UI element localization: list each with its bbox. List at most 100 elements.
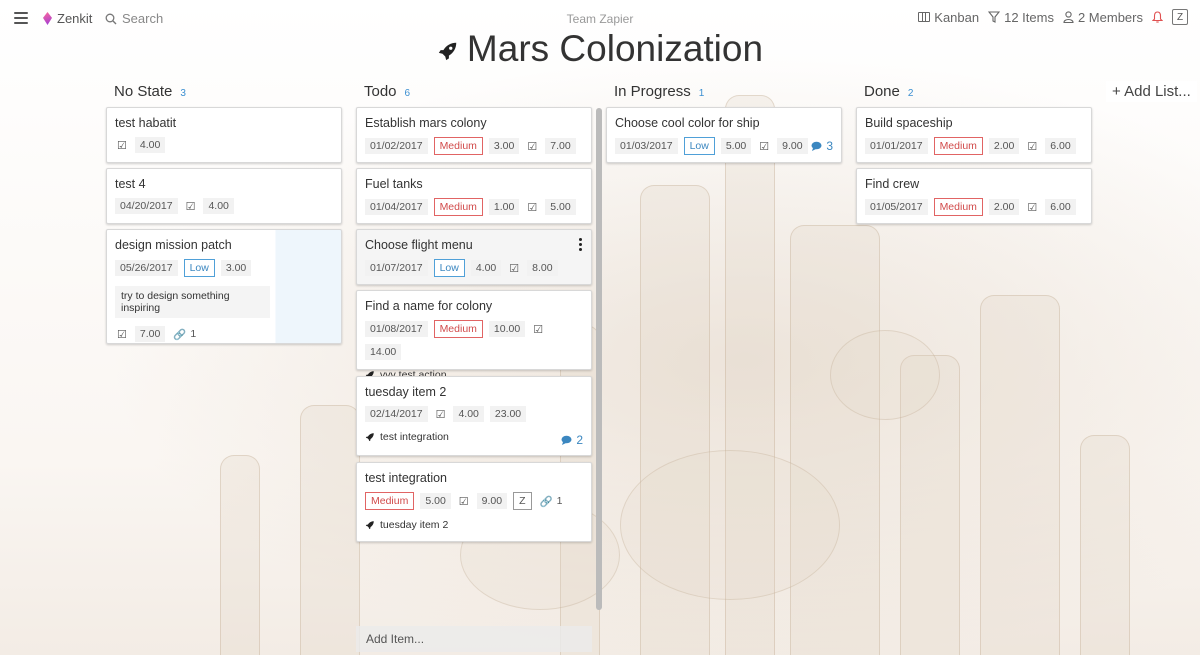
column-name: Done (864, 83, 900, 100)
card-fuel-tanks[interactable]: Fuel tanks 01/04/2017 Medium 1.00 ☑ 5.00 (356, 168, 592, 224)
card-value: 3.00 (220, 260, 252, 276)
column-header-done[interactable]: Done 2 (864, 83, 913, 100)
priority-badge: Low (433, 259, 465, 277)
assignee-avatar: Z (513, 492, 532, 510)
card-total: 23.00 (489, 406, 527, 422)
todo-scrollbar[interactable] (596, 108, 602, 610)
search-placeholder: Search (122, 11, 164, 26)
priority-badge: Medium (365, 492, 415, 510)
card-find-a-name-for-colony[interactable]: Find a name for colony 01/08/2017 Medium… (356, 290, 592, 381)
priority-badge: Low (183, 259, 215, 277)
column-count: 6 (404, 88, 411, 99)
checkbox-icon: ☑ (458, 495, 469, 508)
card-value: 5.00 (420, 493, 451, 509)
card-title: Find crew (865, 177, 920, 191)
card-note: try to design something inspiring (115, 286, 270, 318)
column-header-no-state[interactable]: No State 3 (114, 83, 186, 100)
card-action: test integration (365, 431, 583, 443)
kanban-icon (918, 12, 931, 22)
card-date: 01/05/2017 (865, 199, 928, 215)
card-value: 10.00 (488, 321, 526, 337)
comments-indicator[interactable]: 2 (561, 433, 583, 447)
card-test-integration[interactable]: test integration Medium 5.00 ☑ 9.00 Z 🔗 … (356, 462, 592, 542)
card-title: design mission patch (115, 238, 232, 252)
card-title: Choose cool color for ship (615, 116, 760, 130)
card-title: Choose flight menu (365, 238, 473, 252)
kanban-label: Kanban (934, 9, 980, 25)
comments-indicator[interactable]: 3 (811, 139, 833, 153)
card-date: 01/03/2017 (615, 138, 678, 154)
checked-value: 14.00 (365, 344, 402, 360)
members-button[interactable]: 2 Members (1063, 10, 1143, 25)
column-count: 1 (698, 88, 705, 99)
checkbox-icon: ☑ (533, 323, 544, 336)
card-test-4[interactable]: test 4 04/20/2017 ☑ 4.00 (106, 168, 342, 224)
priority-badge: Medium (433, 137, 483, 155)
card-establish-mars-colony[interactable]: Establish mars colony 01/02/2017 Medium … (356, 107, 592, 163)
column-header-in-progress[interactable]: In Progress 1 (614, 83, 704, 100)
column-name: No State (114, 83, 173, 100)
checkbox-icon: ☑ (117, 139, 127, 152)
checkbox-icon: ☑ (527, 140, 538, 153)
card-title: tuesday item 2 (365, 385, 447, 399)
card-title: test habatit (115, 116, 177, 130)
user-icon (1063, 11, 1074, 23)
card-find-crew[interactable]: Find crew 01/05/2017 Medium 2.00 ☑ 6.00 (856, 168, 1092, 224)
attachment-icon: 🔗 (539, 495, 553, 508)
toolbar: Kanban 12 Items 2 Members Z (918, 9, 1188, 25)
card-title: test 4 (115, 177, 146, 191)
card-title: Build spaceship (865, 116, 953, 130)
card-tuesday-item-2[interactable]: tuesday item 2 02/14/2017 ☑ 4.00 23.00 t… (356, 376, 592, 456)
card-test-habatit[interactable]: test habatit ☑ 4.00 (106, 107, 342, 163)
attachment-count: 1 (556, 495, 563, 507)
card-title: Establish mars colony (365, 116, 487, 130)
rocket-icon (438, 42, 457, 60)
card-choose-flight-menu[interactable]: Choose flight menu 01/07/2017 Low 4.00 ☑… (356, 229, 592, 285)
items-filter-button[interactable]: 12 Items (988, 10, 1054, 25)
card-design-mission-patch[interactable]: design mission patch 05/26/2017 Low 3.00… (106, 229, 342, 344)
column-header-todo[interactable]: Todo 6 (364, 83, 410, 100)
checkbox-icon: ☑ (759, 140, 770, 153)
rocket-icon (365, 433, 374, 442)
column-count: 2 (907, 88, 914, 99)
comment-icon (561, 435, 572, 445)
user-avatar[interactable]: Z (1172, 9, 1188, 25)
column-count: 3 (180, 88, 186, 99)
checked-value: 6.00 (1045, 138, 1076, 154)
search-box[interactable]: Search (105, 11, 163, 26)
card-value: 2.00 (988, 199, 1020, 215)
scrollbar-thumb[interactable] (596, 108, 602, 610)
checked-value: 9.00 (777, 138, 808, 154)
view-kanban-button[interactable]: Kanban (918, 10, 979, 25)
checked-value: 4.00 (134, 137, 166, 153)
checked-value: 4.00 (453, 406, 484, 422)
card-title: Find a name for colony (365, 299, 493, 313)
card-choose-cool-color-for-ship[interactable]: Choose cool color for ship 01/03/2017 Lo… (606, 107, 842, 163)
card-build-spaceship[interactable]: Build spaceship 01/01/2017 Medium 2.00 ☑… (856, 107, 1092, 163)
card-value: 5.00 (720, 138, 752, 154)
card-title: Fuel tanks (365, 177, 423, 191)
card-date: 04/20/2017 (115, 198, 178, 214)
checked-value: 5.00 (545, 199, 576, 215)
add-list-button[interactable]: + Add List... (1106, 81, 1197, 102)
more-options-icon[interactable] (579, 238, 583, 253)
rocket-icon (365, 521, 374, 530)
card-value: 1.00 (488, 199, 520, 215)
hamburger-menu-icon[interactable] (14, 12, 28, 24)
zenkit-diamond-icon (43, 12, 52, 25)
card-value: 2.00 (988, 138, 1020, 154)
checked-value: 6.00 (1045, 199, 1076, 215)
column-name: In Progress (614, 83, 691, 100)
checkbox-icon: ☑ (509, 262, 520, 275)
checked-value: 7.00 (134, 326, 166, 342)
card-value: 4.00 (470, 260, 502, 276)
add-item-input[interactable]: Add Item... (356, 626, 592, 652)
page-title: Mars Colonization (0, 28, 1200, 70)
zenkit-logo[interactable]: Zenkit (43, 11, 92, 26)
checkbox-icon: ☑ (1027, 140, 1038, 153)
card-date: 01/07/2017 (365, 260, 428, 276)
members-count-label: 2 Members (1077, 9, 1143, 25)
filter-icon (988, 11, 1001, 23)
notification-bell-icon[interactable] (1152, 11, 1163, 23)
checkbox-icon: ☑ (435, 408, 446, 421)
